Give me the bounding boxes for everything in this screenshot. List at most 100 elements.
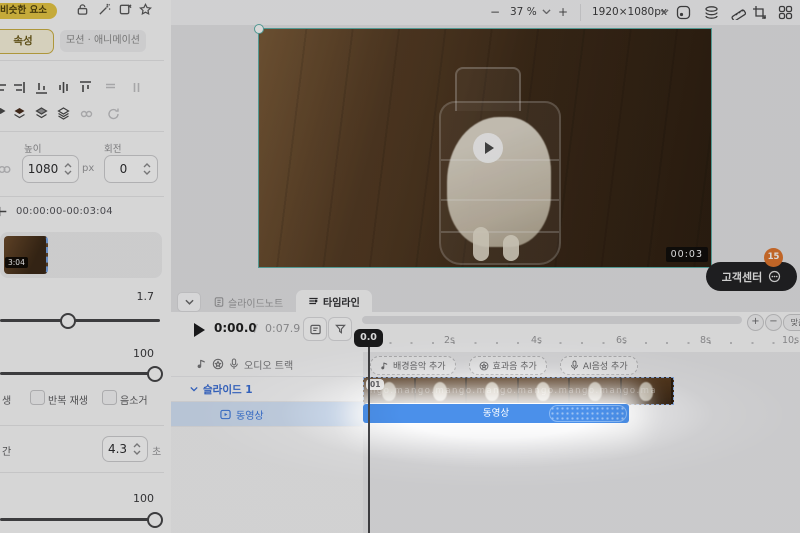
chevron-down-icon[interactable]	[660, 9, 669, 14]
zoom-in-button[interactable]: +	[558, 0, 568, 25]
video-editor-app: 비슷한 요소 속성 모션 · 애니메이션	[0, 0, 800, 533]
filter-icon	[335, 324, 346, 335]
speed-slider[interactable]	[0, 319, 160, 322]
track-header-column: 오디오 트랙 슬라이드 1 동영상	[171, 352, 364, 533]
send-to-back-icon[interactable]	[57, 107, 70, 120]
clip-selected-segment[interactable]	[549, 405, 627, 422]
add-sfx-button[interactable]: 효과음 추가	[469, 356, 547, 375]
audio-track-header[interactable]: 오디오 트랙	[171, 352, 388, 377]
lock-icon[interactable]	[76, 3, 89, 16]
duration-stepper[interactable]: 4.3	[102, 436, 148, 462]
ruler-label: 10s	[782, 335, 799, 346]
volume-value: 100	[120, 347, 154, 360]
play-overlay-button[interactable]	[473, 133, 503, 163]
tab-motion-animation[interactable]: 모션 · 애니메이션	[60, 30, 146, 52]
music-note-icon	[380, 361, 389, 371]
duration-unit: 초	[152, 443, 161, 458]
mask-icon[interactable]	[676, 5, 691, 20]
zoom-out-button[interactable]: −	[490, 0, 500, 25]
opacity-slider[interactable]	[0, 518, 160, 521]
playhead-marker[interactable]: 0.0	[354, 329, 383, 347]
divider	[0, 60, 164, 61]
align-center-vertical-icon[interactable]	[57, 81, 70, 94]
rotation-label: 회전	[104, 141, 121, 155]
height-value[interactable]: 1080	[23, 162, 63, 176]
canvas-size-dropdown[interactable]: 1920×1080px	[592, 0, 667, 25]
trim-range-icon	[0, 206, 8, 217]
timeline-zoom-in-button[interactable]: +	[747, 314, 764, 331]
note-icon	[214, 297, 224, 307]
play-button[interactable]	[194, 323, 205, 337]
mute-checkbox[interactable]	[102, 390, 117, 405]
mute-checkbox-label[interactable]: 음소거	[120, 392, 148, 407]
play-icon	[485, 142, 494, 154]
timeline-zoom-out-button[interactable]: −	[765, 314, 782, 331]
timeline-panel: 슬라이드노트 타임라인 0:00.0 / 0:07.9 + − 맞춤 2s 4s…	[171, 290, 800, 533]
repeat-checkbox-label[interactable]: 반복 재생	[48, 392, 88, 407]
mic-icon	[570, 360, 579, 371]
export-image-icon[interactable]	[119, 3, 132, 16]
volume-slider-knob[interactable]	[147, 366, 163, 382]
add-ai-voice-button[interactable]: AI음성 추가	[560, 356, 638, 375]
stepper-chevrons-icon[interactable]	[63, 162, 73, 176]
tab-properties[interactable]: 속성	[0, 29, 54, 54]
opacity-slider-knob[interactable]	[147, 512, 163, 528]
apps-grid-icon[interactable]	[778, 5, 793, 20]
video-element[interactable]: 00:03	[258, 28, 712, 268]
send-backward-icon[interactable]	[35, 107, 48, 120]
star-icon[interactable]	[139, 3, 152, 16]
crop-icon[interactable]	[752, 5, 767, 20]
cat-paw	[503, 235, 519, 261]
chevron-down-icon[interactable]	[542, 9, 551, 14]
timeline-scrollbar[interactable]	[362, 316, 742, 324]
list-icon	[310, 324, 321, 335]
tab-slide-note[interactable]: 슬라이드노트	[204, 292, 293, 312]
track-content-area: 배경음악 추가 효과음 추가 AI음성 추가 ngo.mango.man	[363, 352, 800, 533]
zoom-level[interactable]: 37 %	[510, 0, 537, 25]
playhead-line[interactable]	[368, 347, 370, 533]
timeline-fit-button[interactable]: 맞춤	[783, 314, 800, 331]
music-note-icon	[196, 358, 207, 370]
bring-forward-icon[interactable]	[13, 107, 26, 120]
add-bgm-button[interactable]: 배경음악 추가	[370, 356, 456, 375]
magic-wand-icon[interactable]	[98, 3, 111, 16]
height-label: 높이	[24, 141, 41, 155]
volume-slider[interactable]	[0, 372, 160, 375]
sound-effect-icon	[479, 361, 489, 371]
rotation-stepper[interactable]: 0	[104, 155, 158, 183]
stepper-chevrons-icon[interactable]	[142, 162, 152, 176]
customer-center-button[interactable]: 고객센터	[706, 262, 797, 291]
chevron-down-icon	[190, 386, 198, 392]
track-options-button[interactable]	[303, 317, 327, 341]
repeat-checkbox[interactable]	[30, 390, 45, 405]
bring-to-front-icon[interactable]	[0, 107, 7, 120]
align-bottom-icon[interactable]	[35, 81, 48, 94]
collapse-panel-button[interactable]	[177, 292, 201, 312]
slide-group-header[interactable]: 슬라이드 1	[171, 377, 382, 402]
canvas-area[interactable]: 00:03 1	[171, 25, 800, 290]
autoplay-checkbox-label[interactable]: 생	[2, 392, 11, 407]
ruler-icon[interactable]	[731, 5, 746, 20]
clip-filmstrip[interactable]: ngo.mango.mango.mango.mango.mango.mango.…	[363, 377, 674, 405]
canvas-toolbar: − 37 % + 1920×1080px	[171, 0, 800, 26]
align-left-icon[interactable]	[0, 81, 7, 94]
stepper-chevrons-icon[interactable]	[132, 442, 142, 456]
rotation-value[interactable]: 0	[105, 162, 142, 176]
video-clip-label: 동영상	[483, 408, 509, 419]
selection-handle[interactable]	[254, 24, 264, 34]
video-track-label: 동영상	[236, 407, 264, 422]
speed-value: 1.7	[120, 290, 154, 303]
align-right-icon[interactable]	[13, 81, 26, 94]
link-dimensions-icon[interactable]	[0, 163, 11, 176]
filter-button[interactable]	[328, 317, 352, 341]
video-clip-bar[interactable]: 동영상	[363, 404, 629, 423]
video-thumbnail[interactable]	[4, 236, 48, 274]
align-top-icon[interactable]	[79, 81, 92, 94]
height-unit: px	[82, 163, 94, 174]
similar-elements-button[interactable]: 비슷한 요소	[0, 3, 57, 19]
height-stepper[interactable]: 1080	[22, 155, 79, 183]
tab-timeline[interactable]: 타임라인	[296, 290, 372, 312]
layers-icon[interactable]	[704, 5, 719, 20]
speed-slider-knob[interactable]	[60, 313, 76, 329]
duration-value[interactable]: 4.3	[103, 442, 132, 456]
